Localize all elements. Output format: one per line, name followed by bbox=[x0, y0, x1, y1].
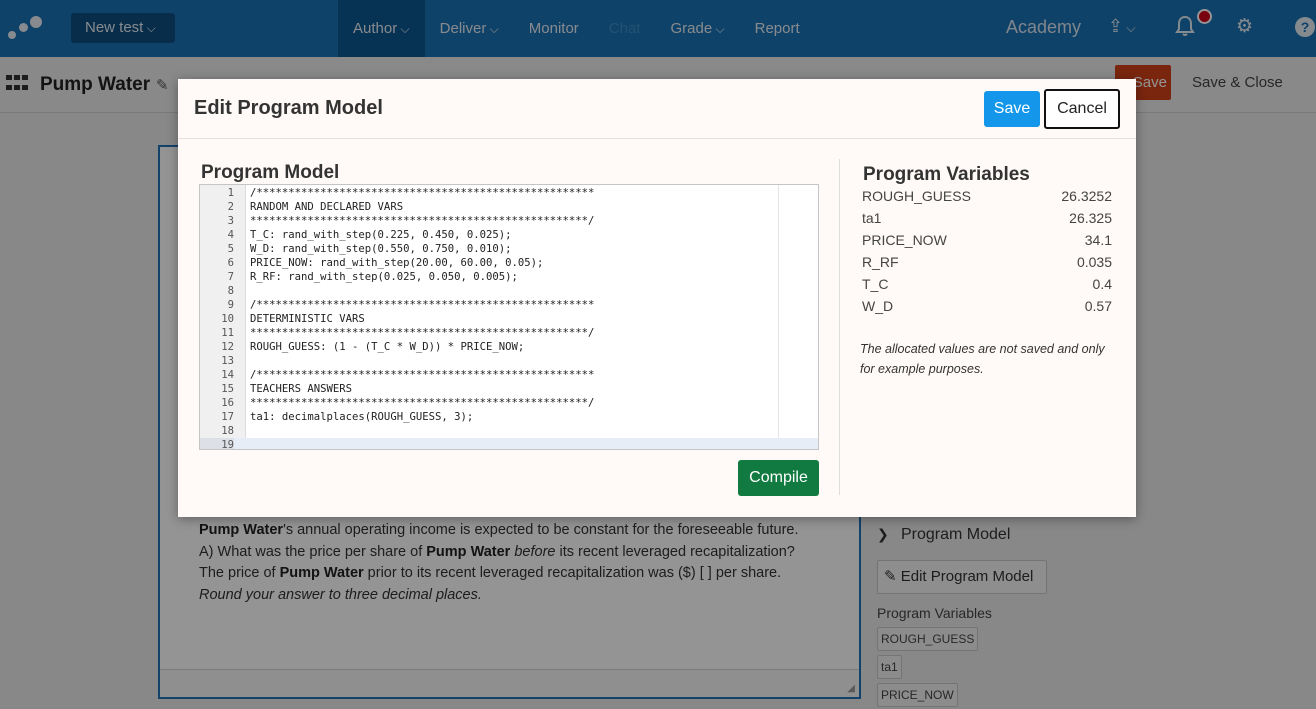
line-number: 1 bbox=[227, 187, 234, 199]
variable-name: PRICE_NOW bbox=[862, 232, 947, 248]
line-number: 11 bbox=[221, 327, 234, 339]
code-line[interactable]: 18 bbox=[200, 424, 818, 438]
code-text: W_D: rand_with_step(0.550, 0.750, 0.010)… bbox=[250, 243, 512, 255]
dialog-title: Edit Program Model bbox=[194, 97, 383, 119]
line-number: 10 bbox=[221, 313, 234, 325]
variable-value: 0.57 bbox=[1084, 298, 1112, 314]
variable-name: ROUGH_GUESS bbox=[862, 188, 971, 204]
code-text: /***************************************… bbox=[250, 299, 595, 311]
dialog-cancel-button[interactable]: Cancel bbox=[1044, 89, 1120, 129]
line-number: 7 bbox=[227, 271, 234, 283]
variable-name: ta1 bbox=[862, 210, 882, 226]
code-text: R_RF: rand_with_step(0.025, 0.050, 0.005… bbox=[250, 271, 518, 283]
line-number: 12 bbox=[221, 341, 234, 353]
program-variable-row: PRICE_NOW 34.1 bbox=[862, 232, 1112, 254]
code-line[interactable]: 8 bbox=[200, 284, 818, 298]
code-text: DETERMINISTIC VARS bbox=[250, 313, 365, 325]
line-number: 4 bbox=[227, 229, 234, 241]
code-text: PRICE_NOW: rand_with_step(20.00, 60.00, … bbox=[250, 257, 544, 269]
code-line[interactable]: 9 /**************************************… bbox=[200, 298, 818, 312]
code-text: RANDOM AND DECLARED VARS bbox=[250, 201, 404, 213]
line-number: 15 bbox=[221, 383, 234, 395]
code-line[interactable]: 10 DETERMINISTIC VARS bbox=[200, 312, 818, 326]
variable-value: 34.1 bbox=[1084, 232, 1112, 248]
code-text: T_C: rand_with_step(0.225, 0.450, 0.025)… bbox=[250, 229, 512, 241]
variable-value: 0.035 bbox=[1076, 254, 1112, 270]
line-number: 16 bbox=[221, 397, 234, 409]
variable-value: 26.325 bbox=[1069, 210, 1112, 226]
program-variable-row: T_C 0.4 bbox=[862, 276, 1112, 298]
program-variable-row: ROUGH_GUESS 26.3252 bbox=[862, 188, 1112, 210]
variable-name: W_D bbox=[862, 298, 894, 314]
line-number: 18 bbox=[221, 425, 234, 437]
dialog-column-divider bbox=[839, 159, 840, 495]
code-text: /***************************************… bbox=[250, 187, 595, 199]
line-number: 9 bbox=[227, 299, 234, 311]
line-number: 2 bbox=[227, 201, 234, 213]
line-number: 13 bbox=[221, 355, 234, 367]
code-line[interactable]: 3 ***************************************… bbox=[200, 214, 818, 228]
program-variable-row: R_RF 0.035 bbox=[862, 254, 1112, 276]
example-values-note: The allocated values are not saved and o… bbox=[860, 342, 1105, 376]
program-model-code-editor[interactable]: 1 /**************************************… bbox=[199, 184, 819, 450]
code-line[interactable]: 4 T_C: rand_with_step(0.225, 0.450, 0.025… bbox=[200, 228, 818, 242]
line-number: 14 bbox=[221, 369, 234, 381]
variable-name: T_C bbox=[862, 276, 889, 292]
code-line[interactable]: 16 **************************************… bbox=[200, 396, 818, 410]
code-text: /***************************************… bbox=[250, 369, 595, 381]
line-number: 6 bbox=[227, 257, 234, 269]
code-text: ta1: decimalplaces(ROUGH_GUESS, 3); bbox=[250, 411, 474, 423]
code-text: ****************************************… bbox=[250, 397, 595, 409]
dialog-header-divider bbox=[178, 138, 1136, 139]
code-text: ****************************************… bbox=[250, 327, 595, 339]
code-line[interactable]: 15 TEACHERS ANSWERS bbox=[200, 382, 818, 396]
program-variable-row: W_D 0.57 bbox=[862, 298, 1112, 320]
variable-value: 26.3252 bbox=[1061, 188, 1112, 204]
program-variables-title: Program Variables bbox=[863, 164, 1030, 185]
variable-value: 0.4 bbox=[1092, 276, 1112, 292]
code-text: ****************************************… bbox=[250, 215, 595, 227]
line-number: 5 bbox=[227, 243, 234, 255]
code-line[interactable]: 14 /*************************************… bbox=[200, 368, 818, 382]
variable-name: R_RF bbox=[862, 254, 899, 270]
code-line[interactable]: 7 R_RF: rand_with_step(0.025, 0.050, 0.00… bbox=[200, 270, 818, 284]
code-line[interactable]: 12 ROUGH_GUESS: (1 - (T_C * W_D)) * PRICE… bbox=[200, 340, 818, 354]
line-number: 19 bbox=[200, 438, 234, 449]
edit-program-model-dialog: Edit Program Model Save Cancel Program M… bbox=[178, 79, 1136, 517]
code-line[interactable]: 17 ta1: decimalplaces(ROUGH_GUESS, 3); bbox=[200, 410, 818, 424]
code-text: ROUGH_GUESS: (1 - (T_C * W_D)) * PRICE_N… bbox=[250, 341, 525, 353]
code-line[interactable]: 19 bbox=[200, 438, 818, 449]
code-line[interactable]: 5 W_D: rand_with_step(0.550, 0.750, 0.010… bbox=[200, 242, 818, 256]
code-line[interactable]: 11 **************************************… bbox=[200, 326, 818, 340]
code-line[interactable]: 1 /**************************************… bbox=[200, 186, 818, 200]
dialog-save-button[interactable]: Save bbox=[984, 91, 1040, 127]
program-variable-row: ta1 26.325 bbox=[862, 210, 1112, 232]
line-number: 3 bbox=[227, 215, 234, 227]
code-line[interactable]: 13 bbox=[200, 354, 818, 368]
code-line[interactable]: 2 RANDOM AND DECLARED VARS bbox=[200, 200, 818, 214]
line-number: 17 bbox=[221, 411, 234, 423]
program-model-title: Program Model bbox=[201, 162, 340, 183]
code-text: TEACHERS ANSWERS bbox=[250, 383, 353, 395]
compile-button[interactable]: Compile bbox=[738, 460, 819, 496]
line-number: 8 bbox=[227, 285, 234, 297]
code-line[interactable]: 6 PRICE_NOW: rand_with_step(20.00, 60.00,… bbox=[200, 256, 818, 270]
